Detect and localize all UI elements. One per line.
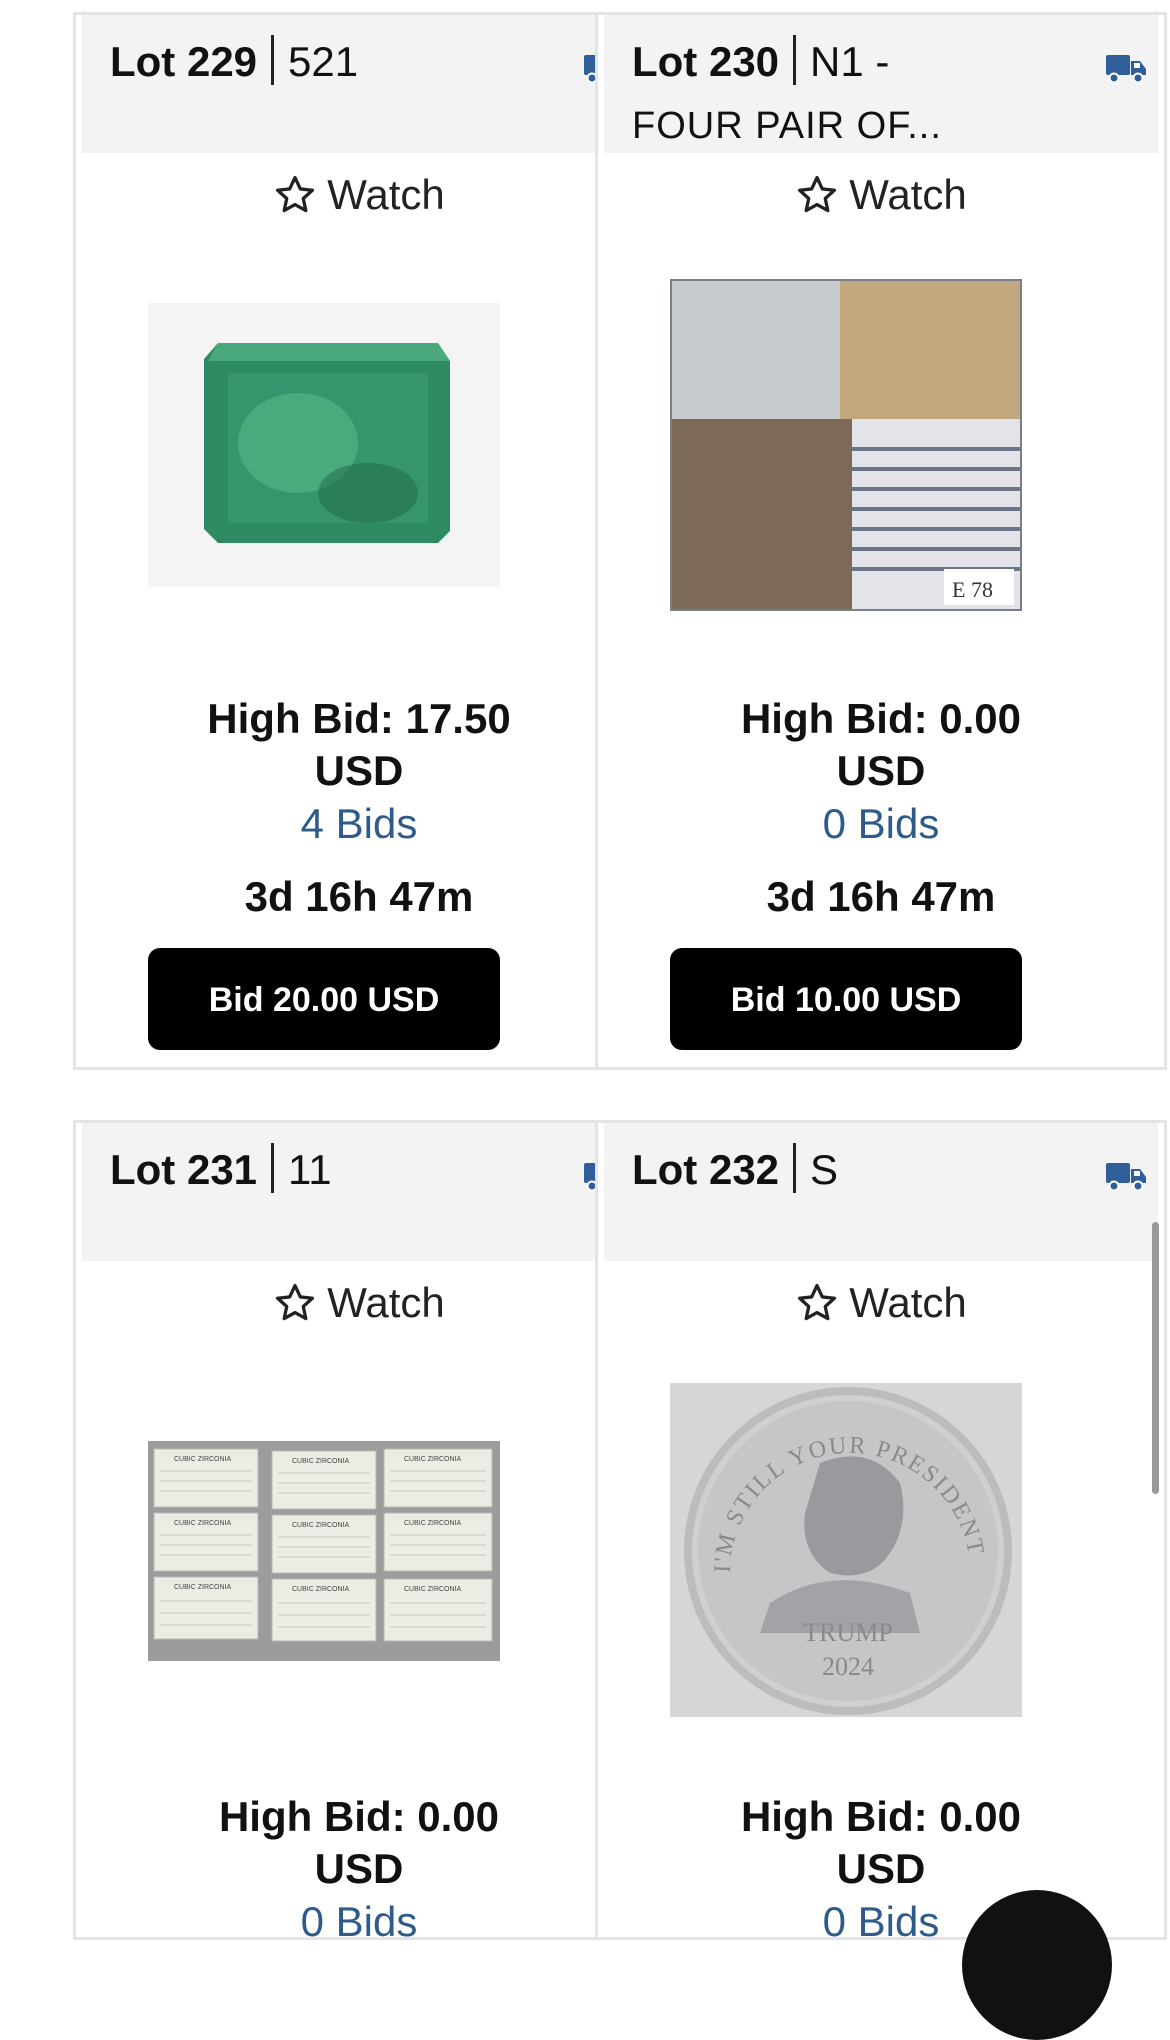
card-label: CUBIC ZIRCONIA [292,1458,350,1465]
bid-button[interactable]: Bid 20.00 USD [148,948,500,1050]
currency: USD [836,747,926,794]
lot-subtitle: 11 [288,1146,332,1193]
bids-count-link[interactable]: 0 Bids [598,797,1164,851]
lot-image[interactable]: I'M STILL YOUR PRESIDENT TRUMP 2024 [670,1383,1022,1717]
watch-button[interactable]: Watch [598,1275,1164,1331]
watch-label: Watch [849,171,967,218]
lot-subtitle: 521 [288,38,359,85]
lot-subtitle: S [810,1146,839,1193]
lot-title[interactable]: Lot 232 S [632,1137,1074,1203]
coin-year: 2024 [822,1652,874,1681]
lot-number: Lot 232 [632,1146,780,1193]
divider [793,35,797,85]
time-remaining: 3d 16h 47m [766,873,996,920]
lot-image[interactable]: CUBIC ZIRCONIA CUBIC ZIRCONIA CUBIC ZIRC… [148,1441,500,1661]
card-label: CUBIC ZIRCONIA [174,1520,232,1527]
high-bid: High Bid: 0.00 [218,1793,500,1840]
lot-image[interactable]: E 78 [670,279,1022,611]
currency: USD [836,1845,926,1892]
high-bid: High Bid: 0.00 [740,1793,1022,1840]
lot-image[interactable] [148,303,500,587]
watch-button[interactable]: Watch [76,167,642,223]
watch-button[interactable]: Watch [76,1275,642,1331]
currency: USD [314,1845,404,1892]
scrollbar[interactable] [1152,1222,1159,1494]
photo-tag: E 78 [952,577,993,602]
bids-count-link[interactable]: 4 Bids [76,797,642,851]
watch-label: Watch [327,171,445,218]
card-label: CUBIC ZIRCONIA [174,1456,232,1463]
divider [271,35,275,85]
card-label: CUBIC ZIRCONIA [404,1586,462,1593]
lot-card[interactable]: Lot 230 N1 - FOUR PAIR OF... Watch E 78 H… [595,12,1167,1070]
lot-number: Lot 230 [632,38,780,85]
watch-label: Watch [327,1279,445,1326]
card-label: CUBIC ZIRCONIA [292,1522,350,1529]
lot-title[interactable]: Lot 231 11 [110,1137,552,1203]
star-icon [276,1283,315,1321]
lot-number: Lot 229 [110,38,258,85]
star-icon [276,175,315,213]
card-label: CUBIC ZIRCONIA [174,1584,232,1591]
watch-label: Watch [849,1279,967,1326]
lot-card[interactable]: Lot 231 11 Watch CUBIC ZIRCONIA CUBIC ZIR… [73,1120,645,1945]
time-remaining: 3d 16h 47m [244,873,474,920]
truck-icon [1106,55,1146,84]
star-icon [798,1283,837,1321]
card-label: CUBIC ZIRCONIA [292,1586,350,1593]
bid-button[interactable]: Bid 10.00 USD [670,948,1022,1050]
lot-number: Lot 231 [110,1146,258,1193]
lot-title[interactable]: Lot 230 N1 - [632,29,1074,95]
lot-subtitle: N1 - [810,38,890,85]
floating-action-button[interactable] [962,1890,1112,2040]
bid-info: High Bid: 0.00 USD 0 Bids 3d 16h 47m [598,693,1164,923]
divider [271,1143,275,1193]
high-bid: High Bid: 17.50 [207,695,511,742]
bid-info: High Bid: 0.00 USD 0 Bids [76,1791,642,1949]
card-label: CUBIC ZIRCONIA [404,1520,462,1527]
watch-button[interactable]: Watch [598,167,1164,223]
star-icon [798,175,837,213]
truck-icon [1106,1163,1146,1192]
bids-count-link[interactable]: 0 Bids [76,1895,642,1949]
lot-title-continued[interactable]: FOUR PAIR OF... [632,99,942,153]
coin-name: TRUMP [803,1618,893,1647]
card-label: CUBIC ZIRCONIA [404,1456,462,1463]
bid-info: High Bid: 17.50 USD 4 Bids 3d 16h 47m [76,693,642,923]
lot-title[interactable]: Lot 229 521 [110,29,552,95]
divider [793,1143,797,1193]
lot-card[interactable]: Lot 229 521 Watch High Bid: 17.50 USD 4 B… [73,12,645,1070]
currency: USD [314,747,404,794]
lot-card[interactable]: Lot 232 S Watch I'M STILL YOUR PRESIDENT … [595,1120,1167,1945]
high-bid: High Bid: 0.00 [740,695,1022,742]
